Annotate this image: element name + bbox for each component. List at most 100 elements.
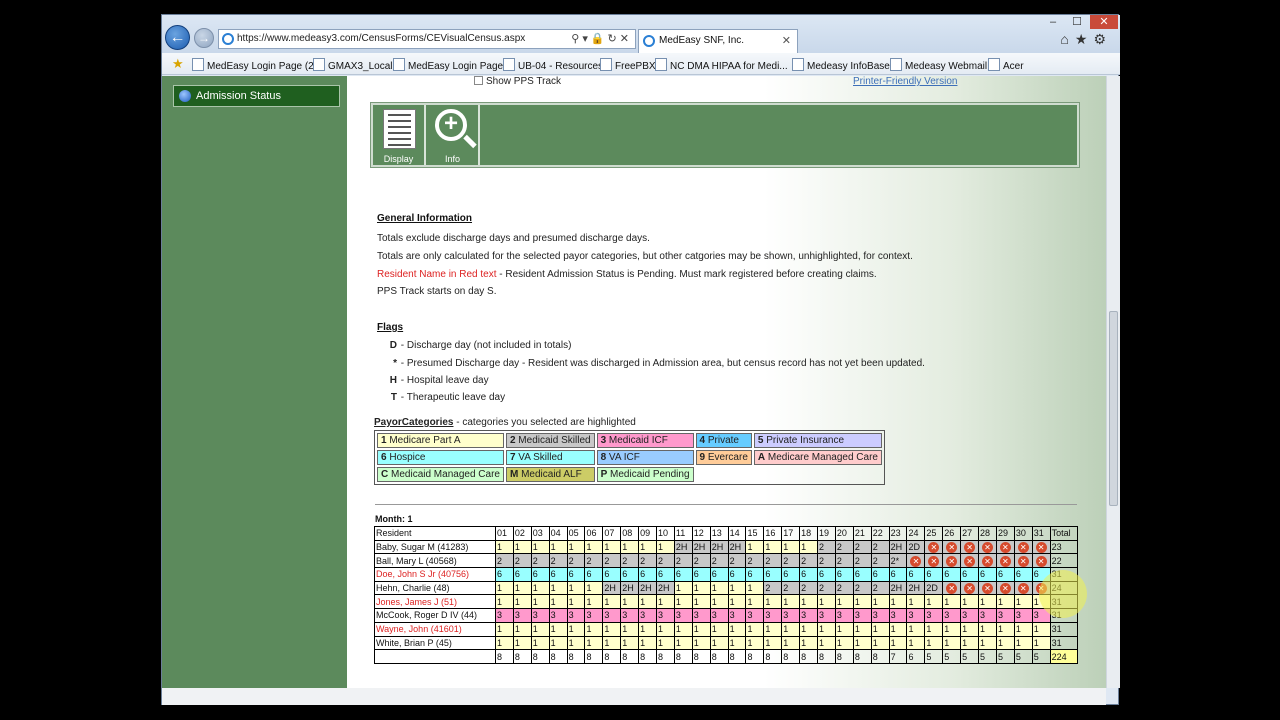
census-cell: 1 — [638, 635, 658, 651]
main-panel: Show PPS Track Printer-Friendly Version … — [347, 76, 1106, 688]
census-cell: 1 — [924, 635, 944, 651]
census-cell: 1 — [495, 635, 514, 651]
daily-total: 8 — [870, 649, 890, 664]
census-cell: 3 — [817, 608, 836, 623]
flag-key: * — [393, 358, 397, 369]
resident-name[interactable]: White, Brian P (45) — [374, 635, 496, 651]
census-cell: 1 — [584, 580, 604, 596]
census-cell: 1 — [906, 594, 926, 610]
table-row: Ball, Mary L (40568) 2 2 2 2 2 2 2 2 2 2 2 2 2 2 2 2 2 2 2 2… — [374, 553, 1078, 569]
vertical-scrollbar[interactable] — [1106, 76, 1120, 688]
census-cell: 1 — [727, 594, 747, 610]
census-cell: 2 — [817, 553, 836, 569]
census-cell: 1 — [673, 621, 693, 637]
show-pps-track-option[interactable]: Show PPS Track — [474, 76, 561, 87]
scrollbar-thumb[interactable] — [1109, 311, 1118, 506]
census-cell: ✕ — [995, 539, 1015, 555]
census-header-day: 27 — [960, 526, 980, 541]
resident-name[interactable]: Hehn, Charlie (48) — [374, 580, 496, 596]
census-cell: ✕ — [978, 553, 997, 569]
census-cell: 6 — [512, 567, 532, 582]
display-button[interactable]: Display — [373, 105, 426, 165]
census-cell: 6 — [763, 567, 783, 582]
census-cell: 6 — [995, 567, 1015, 582]
census-cell: 6 — [620, 567, 640, 582]
close-window-button[interactable]: ✕ — [1090, 15, 1118, 29]
census-cell: 1 — [1031, 621, 1051, 637]
address-bar-icons[interactable]: ⚲▾🔒↻✕ — [571, 30, 632, 48]
favorite-link[interactable]: MedEasy Login Page (2) — [192, 58, 317, 72]
census-cell: 1 — [495, 621, 514, 637]
census-cell: 1 — [709, 580, 729, 596]
favorites-star-icon[interactable]: ★ — [1075, 31, 1094, 47]
census-cell: ✕ — [924, 553, 944, 569]
census-cell: 2 — [530, 553, 550, 569]
show-pps-track-checkbox[interactable] — [474, 76, 483, 85]
census-header-day: 14 — [727, 526, 747, 541]
census-cell: 6 — [709, 567, 729, 582]
census-header-day: 02 — [512, 526, 532, 541]
census-cell: 1 — [799, 594, 819, 610]
sidebar-item-admission-status[interactable]: Admission Status — [173, 85, 340, 107]
discharged-icon: ✕ — [946, 542, 958, 553]
payor-name: Private Insurance — [763, 435, 845, 446]
discharged-icon: ✕ — [1035, 555, 1047, 567]
address-bar[interactable]: https://www.medeasy3.com/CensusForms/CEV… — [218, 29, 636, 49]
census-cell: 1 — [995, 621, 1015, 637]
resident-name[interactable]: Wayne, John (41601) — [374, 621, 496, 637]
resident-name[interactable]: Ball, Mary L (40568) — [374, 553, 496, 569]
back-button[interactable]: ← — [165, 25, 190, 50]
bullet-icon — [179, 90, 191, 102]
favorite-link[interactable]: Acer — [988, 58, 1024, 72]
census-cell: 3 — [1013, 608, 1033, 623]
payor-category: P Medicaid Pending — [596, 467, 694, 482]
browser-tools[interactable]: ⌂★⚙ — [1060, 31, 1112, 48]
forward-button[interactable]: → — [194, 28, 214, 48]
info-button[interactable]: + Info — [427, 105, 480, 165]
favorite-link[interactable]: GMAX3_Local — [313, 58, 392, 72]
resident-name[interactable]: Doe, John S Jr (40756) — [374, 567, 496, 582]
favorite-link[interactable]: UB-04 - Resources — [503, 58, 603, 72]
census-cell: 3 — [763, 608, 783, 623]
discharged-icon: ✕ — [946, 583, 958, 594]
census-cell: 1 — [656, 635, 675, 651]
table-row: Doe, John S Jr (40756) 6 6 6 6 6 6 6 6 6 6 6 6 6 6 6 6 6 6… — [374, 567, 1078, 582]
resident-total: 22 — [1049, 553, 1078, 569]
resident-name[interactable]: Jones, James J (51) — [374, 594, 496, 610]
census-cell: 3 — [978, 608, 997, 623]
census-header-day: 16 — [763, 526, 783, 541]
close-tab-icon[interactable]: ✕ — [782, 30, 791, 52]
census-header-day: 30 — [1013, 526, 1033, 541]
resident-name[interactable]: McCook, Roger D IV (44) — [374, 608, 496, 623]
census-header-day: 01 — [495, 526, 514, 541]
table-row: Jones, James J (51) 1 1 1 1 1 1 1 1 1 1 1 1 1 1 1 1 1 1 1 1 1… — [374, 594, 1078, 610]
census-cell: 6 — [870, 567, 890, 582]
tab-medeasy[interactable]: MedEasy SNF, Inc. ✕ — [638, 29, 798, 53]
favorite-link[interactable]: Medeasy InfoBase — [792, 58, 890, 72]
general-line-2: Totals are only calculated for the selec… — [377, 251, 913, 262]
favorites-icon[interactable]: ★ — [172, 56, 184, 72]
home-icon[interactable]: ⌂ — [1060, 31, 1074, 47]
census-cell: 2H — [691, 539, 711, 555]
census-header-day: 13 — [709, 526, 729, 541]
minimize-button[interactable]: – — [1042, 15, 1064, 29]
pending-legend-red: Resident Name in Red text — [377, 269, 497, 280]
favorite-link[interactable]: Medeasy Webmail — [890, 58, 987, 72]
favorite-link[interactable]: MedEasy Login Page — [393, 58, 503, 72]
payor-name: Medicaid Pending — [607, 469, 690, 480]
census-cell: 3 — [888, 608, 908, 623]
horizontal-scrollbar[interactable] — [162, 688, 1106, 705]
census-cell: 6 — [602, 567, 622, 582]
resident-name[interactable]: Baby, Sugar M (41283) — [374, 539, 496, 555]
general-information-heading: General Information — [377, 213, 473, 224]
favorite-link[interactable]: NC DMA HIPAA for Medi... — [655, 58, 788, 72]
printer-friendly-link[interactable]: Printer-Friendly Version — [853, 76, 957, 87]
maximize-button[interactable]: ☐ — [1066, 15, 1088, 29]
census-header-day: 07 — [602, 526, 622, 541]
daily-total: 8 — [495, 649, 514, 664]
favorite-link[interactable]: FreePBX — [600, 58, 656, 72]
table-row: White, Brian P (45) 1 1 1 1 1 1 1 1 1 1 1 1 1 1 1 1 1 1 1 1 1… — [374, 635, 1078, 651]
census-cell: 1 — [888, 635, 908, 651]
gear-icon[interactable]: ⚙ — [1093, 31, 1112, 47]
census-cell: 1 — [530, 594, 550, 610]
